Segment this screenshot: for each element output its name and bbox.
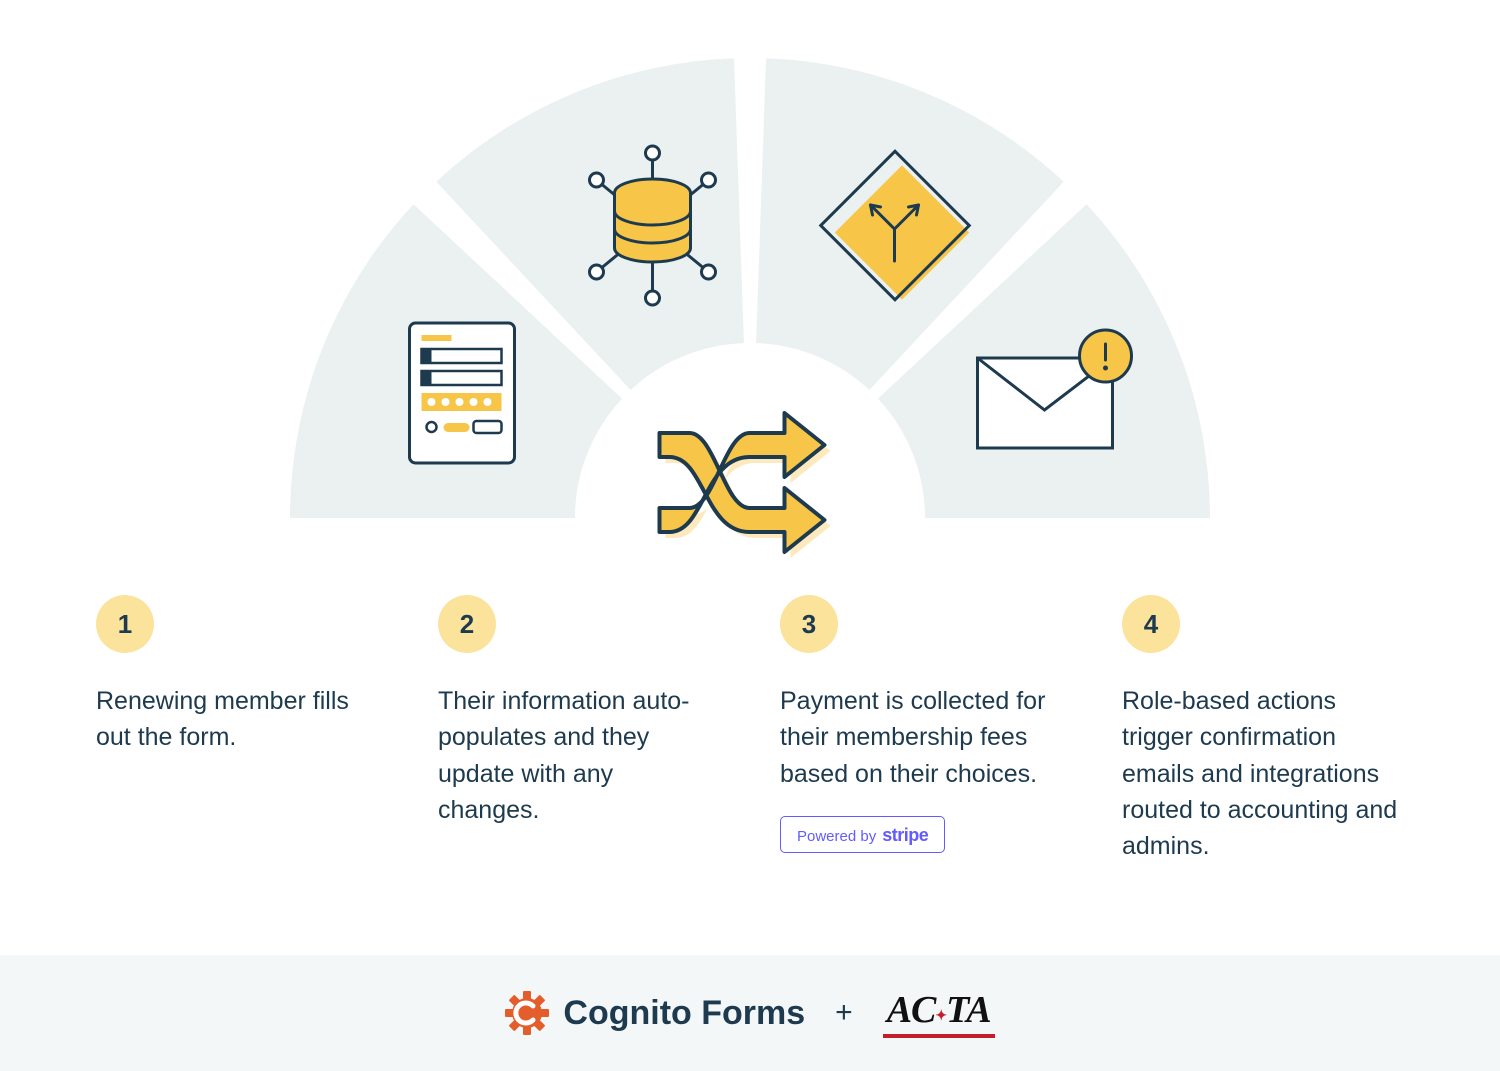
steps-row: 1 Renewing member fills out the form. 2 … [96,595,1404,864]
routing-icon [660,413,831,558]
step-3-text: Payment is collected for their membershi… [780,683,1060,792]
acta-c: C [911,989,935,1031]
acta-a: A [887,989,911,1031]
cognito-name: Cognito Forms [563,994,805,1033]
gear-icon [505,991,549,1035]
footer-bar: Cognito Forms + AC✦TA [0,955,1500,1071]
step-2: 2 Their information auto-populates and t… [438,595,720,864]
stripe-powered-label: Powered by [797,828,876,845]
stripe-badge: Powered by stripe [780,816,945,853]
step-3-number: 3 [780,595,838,653]
step-4: 4 Role-based actions trigger confirmatio… [1122,595,1404,864]
acta-ta: TA [946,989,990,1031]
step-1-number: 1 [96,595,154,653]
step-2-number: 2 [438,595,496,653]
step-4-number: 4 [1122,595,1180,653]
step-1: 1 Renewing member fills out the form. [96,595,378,864]
acta-logo: AC✦TA [883,988,995,1038]
step-1-text: Renewing member fills out the form. [96,683,376,756]
step-2-text: Their information auto-populates and the… [438,683,718,828]
step-3: 3 Payment is collected for their members… [780,595,1062,864]
maple-leaf-icon: ✦ [935,1009,946,1024]
cognito-forms-logo: Cognito Forms [505,991,805,1035]
stripe-brand: stripe [882,825,928,846]
process-fan-diagram [278,58,1223,578]
plus-sign: + [835,996,853,1030]
step-4-text: Role-based actions trigger confirmation … [1122,683,1402,864]
